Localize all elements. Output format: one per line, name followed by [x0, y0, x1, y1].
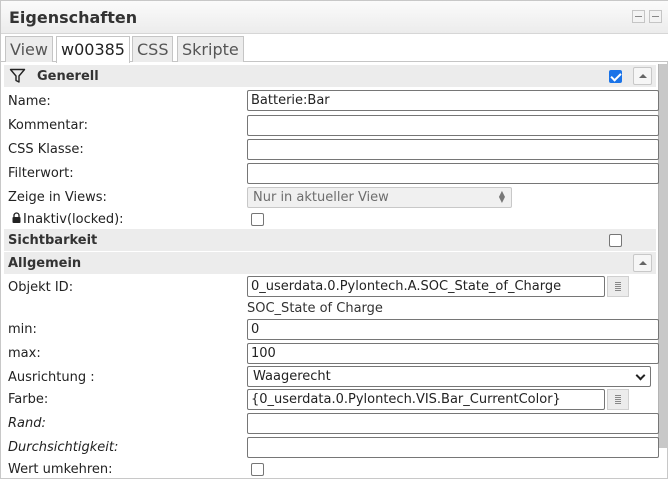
vertical-scrollbar[interactable] [658, 64, 668, 448]
group-title-allgemein: Allgemein [8, 256, 82, 271]
panel-titlebar: Eigenschaften [1, 1, 668, 34]
min-label: min: [8, 322, 37, 337]
durchsichtigkeit-label: Durchsichtigkeit: [8, 440, 119, 455]
properties-content: Generell Name: Batterie:Bar Kommentar: C… [4, 64, 659, 478]
css-klasse-input[interactable] [247, 139, 659, 160]
rand-label: Rand: [8, 416, 46, 431]
panel-title: Eigenschaften [9, 8, 138, 27]
max-input[interactable]: 100 [247, 343, 659, 364]
lock-icon [12, 212, 21, 223]
name-label: Name: [8, 94, 51, 109]
group-header-allgemein[interactable]: Allgemein [4, 252, 656, 274]
name-input[interactable]: Batterie:Bar [247, 90, 659, 111]
group-header-sichtbarkeit[interactable]: Sichtbarkeit [4, 229, 656, 251]
group-title-generell: Generell [37, 69, 99, 84]
properties-panel: Eigenschaften View w00385 CSS Skripte Ge… [0, 0, 668, 479]
updown-icon: ▲ ▼ [498, 189, 505, 204]
tab-bar: View w00385 CSS Skripte [1, 34, 668, 63]
filterwort-input[interactable] [247, 163, 659, 184]
group-header-generell[interactable]: Generell [4, 65, 656, 87]
chevron-down-icon [635, 370, 646, 381]
ausrichtung-select[interactable]: Waagerecht [247, 366, 651, 387]
kommentar-label: Kommentar: [8, 118, 88, 133]
tab-css[interactable]: CSS [132, 36, 174, 62]
minimize-button[interactable] [632, 10, 645, 23]
inaktiv-checkbox[interactable] [251, 213, 264, 226]
rand-input[interactable] [247, 413, 659, 434]
farbe-label: Farbe: [8, 392, 49, 407]
sichtbarkeit-enable-checkbox[interactable] [609, 234, 622, 247]
objekt-id-hint: SOC_State of Charge [247, 301, 383, 316]
zeige-in-views-label: Zeige in Views: [8, 190, 107, 205]
css-klasse-label: CSS Klasse: [8, 142, 84, 157]
zeige-in-views-select[interactable]: Nur in aktueller View ▲ ▼ [247, 187, 512, 208]
tab-skripte[interactable]: Skripte [177, 36, 244, 62]
objekt-id-picker-button[interactable] [607, 276, 629, 297]
collapse-panel-button[interactable] [649, 10, 662, 23]
max-label: max: [8, 346, 41, 361]
objekt-id-label: Objekt ID: [8, 280, 74, 295]
durchsichtigkeit-input[interactable] [247, 437, 659, 458]
ausrichtung-value: Waagerecht [253, 369, 331, 384]
allgemein-collapse-button[interactable] [633, 254, 652, 272]
wert-umkehren-checkbox[interactable] [251, 463, 264, 476]
wert-umkehren-label: Wert umkehren: [8, 462, 113, 477]
generell-enable-checkbox[interactable] [609, 70, 622, 83]
filterwort-label: Filterwort: [8, 166, 74, 181]
objekt-id-input[interactable]: 0_userdata.0.Pylontech.A.SOC_State_of_Ch… [247, 276, 605, 297]
generell-collapse-button[interactable] [633, 67, 652, 85]
filter-icon[interactable] [9, 67, 26, 84]
farbe-input[interactable]: {0_userdata.0.Pylontech.VIS.Bar_CurrentC… [247, 389, 605, 410]
tab-widget[interactable]: w00385 [56, 36, 130, 63]
ausrichtung-label: Ausrichtung : [8, 370, 95, 385]
min-input[interactable]: 0 [247, 319, 659, 340]
farbe-picker-button[interactable] [607, 389, 629, 410]
tab-view[interactable]: View [5, 36, 53, 62]
kommentar-input[interactable] [247, 115, 659, 136]
zeige-in-views-value: Nur in aktueller View [253, 190, 389, 205]
group-title-sichtbarkeit: Sichtbarkeit [8, 233, 98, 248]
inaktiv-label: Inaktiv(locked): [23, 212, 124, 227]
